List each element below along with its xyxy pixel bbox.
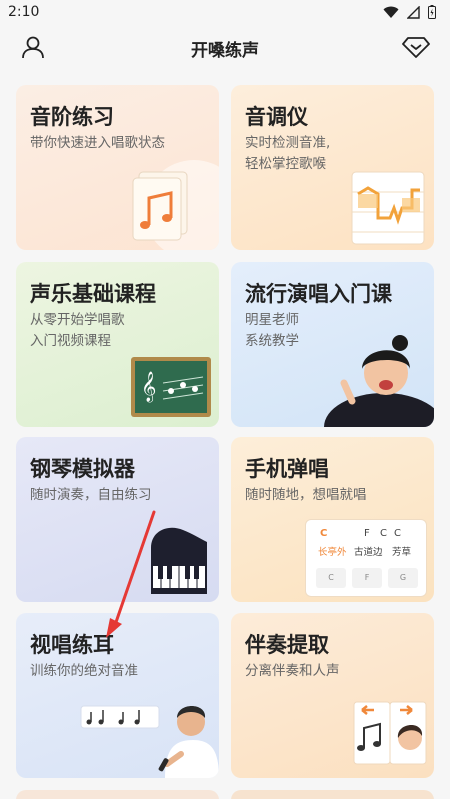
card-title: 流行演唱入门课	[245, 282, 392, 306]
lyric: 古道边	[354, 547, 383, 558]
card-title: 钢琴模拟器	[30, 457, 135, 481]
chord-key: C	[316, 568, 346, 588]
teacher-photo	[324, 335, 434, 427]
annotation-arrow	[106, 510, 156, 638]
card-vocal-basics-course[interactable]: 声乐基础课程 从零开始学唱歌 入门视频课程 𝄞	[16, 262, 219, 427]
card-title: 音调仪	[245, 105, 308, 129]
card-peek	[231, 790, 434, 799]
pitch-graph-illustration	[351, 171, 425, 245]
chord-label: C	[394, 528, 401, 539]
chord-sheet: C F C C 长亭外 古道边 芳草 C F G	[305, 519, 427, 597]
card-subtitle: 随时演奏，自由练习	[30, 487, 152, 503]
lyric: 长亭外	[318, 547, 347, 558]
card-subtitle: 训练你的绝对音准	[30, 663, 138, 679]
card-subtitle: 分离伴奏和人声	[245, 663, 340, 679]
card-peek	[16, 790, 219, 799]
chord-label: F	[364, 528, 370, 539]
card-title: 声乐基础课程	[30, 282, 156, 306]
page-title: 开嗓练声	[191, 41, 259, 61]
separation-illustration	[353, 701, 427, 765]
card-subtitle: 明星老师 系统教学	[245, 312, 299, 349]
card-title: 手机弹唱	[245, 457, 329, 481]
status-bar: 2:10	[0, 0, 450, 26]
svg-text:𝄞: 𝄞	[141, 371, 156, 403]
card-subtitle: 随时随地，想唱就唱	[245, 487, 367, 503]
card-subtitle: 实时检测音准, 轻松掌控歌喉	[245, 135, 331, 172]
card-title: 音阶练习	[30, 105, 114, 129]
card-accompaniment-extraction[interactable]: 伴奏提取 分离伴奏和人声	[231, 613, 434, 778]
wifi-icon	[383, 6, 399, 18]
diamond-icon[interactable]	[402, 34, 430, 60]
music-sheet-illustration	[132, 160, 219, 250]
chord-label: C	[380, 528, 387, 539]
card-pitch-meter[interactable]: 音调仪 实时检测音准, 轻松掌控歌喉	[231, 85, 434, 250]
signal-icon	[407, 5, 420, 19]
card-title: 伴奏提取	[245, 633, 329, 657]
card-pop-singing-course[interactable]: 流行演唱入门课 明星老师 系统教学	[231, 262, 434, 427]
chord-key: G	[388, 568, 418, 588]
card-subtitle: 带你快速进入唱歌状态	[30, 135, 165, 151]
battery-icon	[428, 5, 436, 19]
card-phone-play-sing[interactable]: 手机弹唱 随时随地，想唱就唱 C F C C 长亭外 古道边 芳草 C F G	[231, 437, 434, 602]
status-icons	[383, 5, 436, 19]
card-scale-practice[interactable]: 音阶练习 带你快速进入唱歌状态	[16, 85, 219, 250]
top-bar: 开嗓练声	[0, 28, 450, 68]
chord-label: C	[320, 528, 328, 539]
lyric: 芳草	[392, 547, 412, 558]
chord-key: F	[352, 568, 382, 588]
chalkboard-illustration: 𝄞	[131, 357, 211, 417]
status-time: 2:10	[8, 4, 40, 20]
card-subtitle: 从零开始学唱歌 入门视频课程	[30, 312, 125, 349]
singer-illustration	[80, 705, 219, 778]
